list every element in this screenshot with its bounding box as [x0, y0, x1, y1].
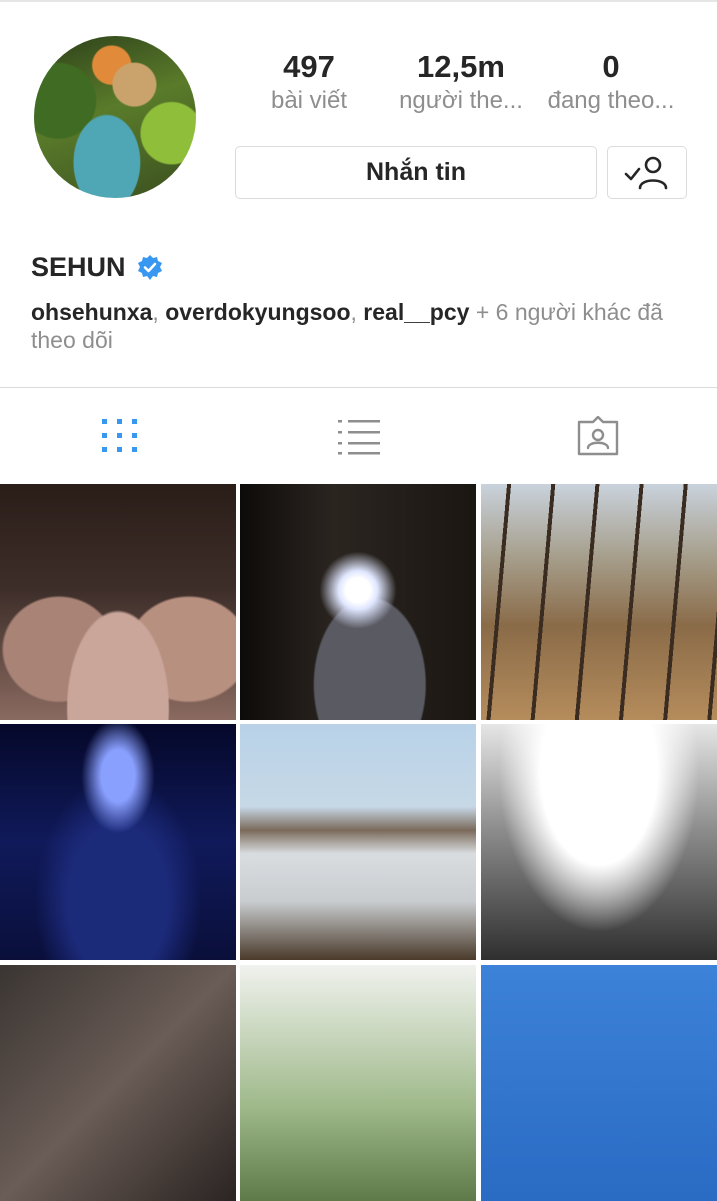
following-stat[interactable]: 0 đang theo...	[536, 48, 686, 116]
posts-grid	[0, 484, 717, 1201]
follower-ohsehunxa[interactable]: ohsehunxa	[31, 299, 152, 325]
followed-by-text[interactable]: ohsehunxa, overdokyungsoo, real__pcy + 6…	[31, 298, 691, 354]
followers-label[interactable]: người the...	[386, 86, 536, 116]
list-icon	[337, 419, 380, 454]
tagged-icon	[577, 415, 618, 455]
post-thumbnail[interactable]	[481, 965, 717, 1201]
followers-stat[interactable]: 12,5m người the...	[386, 48, 536, 116]
posts-count: 497	[283, 49, 335, 84]
posts-stat: 497 bài viết	[234, 48, 384, 116]
following-label[interactable]: đang theo...	[536, 86, 686, 116]
grid-icon	[101, 418, 137, 452]
username: SEHUN	[31, 252, 126, 282]
profile-tabs	[0, 388, 717, 483]
verified-badge-icon	[137, 254, 162, 280]
top-divider	[0, 0, 717, 2]
post-thumbnail[interactable]	[240, 965, 476, 1201]
profile-name: SEHUN	[31, 252, 164, 283]
separator: ,	[350, 299, 364, 325]
post-thumbnail[interactable]	[481, 724, 717, 960]
message-button[interactable]: Nhắn tin	[235, 146, 597, 199]
tab-grid[interactable]	[0, 388, 239, 483]
post-thumbnail[interactable]	[0, 724, 236, 960]
tab-tagged[interactable]	[478, 388, 717, 483]
following-user-check-icon	[624, 156, 668, 189]
separator: ,	[152, 299, 166, 325]
follower-real-pcy[interactable]: real__pcy	[363, 299, 469, 325]
post-thumbnail[interactable]	[481, 484, 717, 720]
post-thumbnail[interactable]	[240, 724, 476, 960]
post-thumbnail[interactable]	[240, 484, 476, 720]
follower-overdokyungsoo[interactable]: overdokyungsoo	[165, 299, 350, 325]
posts-label: bài viết	[270, 87, 348, 114]
tab-list[interactable]	[239, 388, 478, 483]
post-thumbnail[interactable]	[0, 965, 236, 1201]
post-thumbnail[interactable]	[0, 484, 236, 720]
followers-count[interactable]: 12,5m	[386, 48, 536, 86]
avatar[interactable]	[34, 36, 196, 198]
following-count[interactable]: 0	[536, 48, 686, 86]
following-button[interactable]	[607, 146, 687, 199]
